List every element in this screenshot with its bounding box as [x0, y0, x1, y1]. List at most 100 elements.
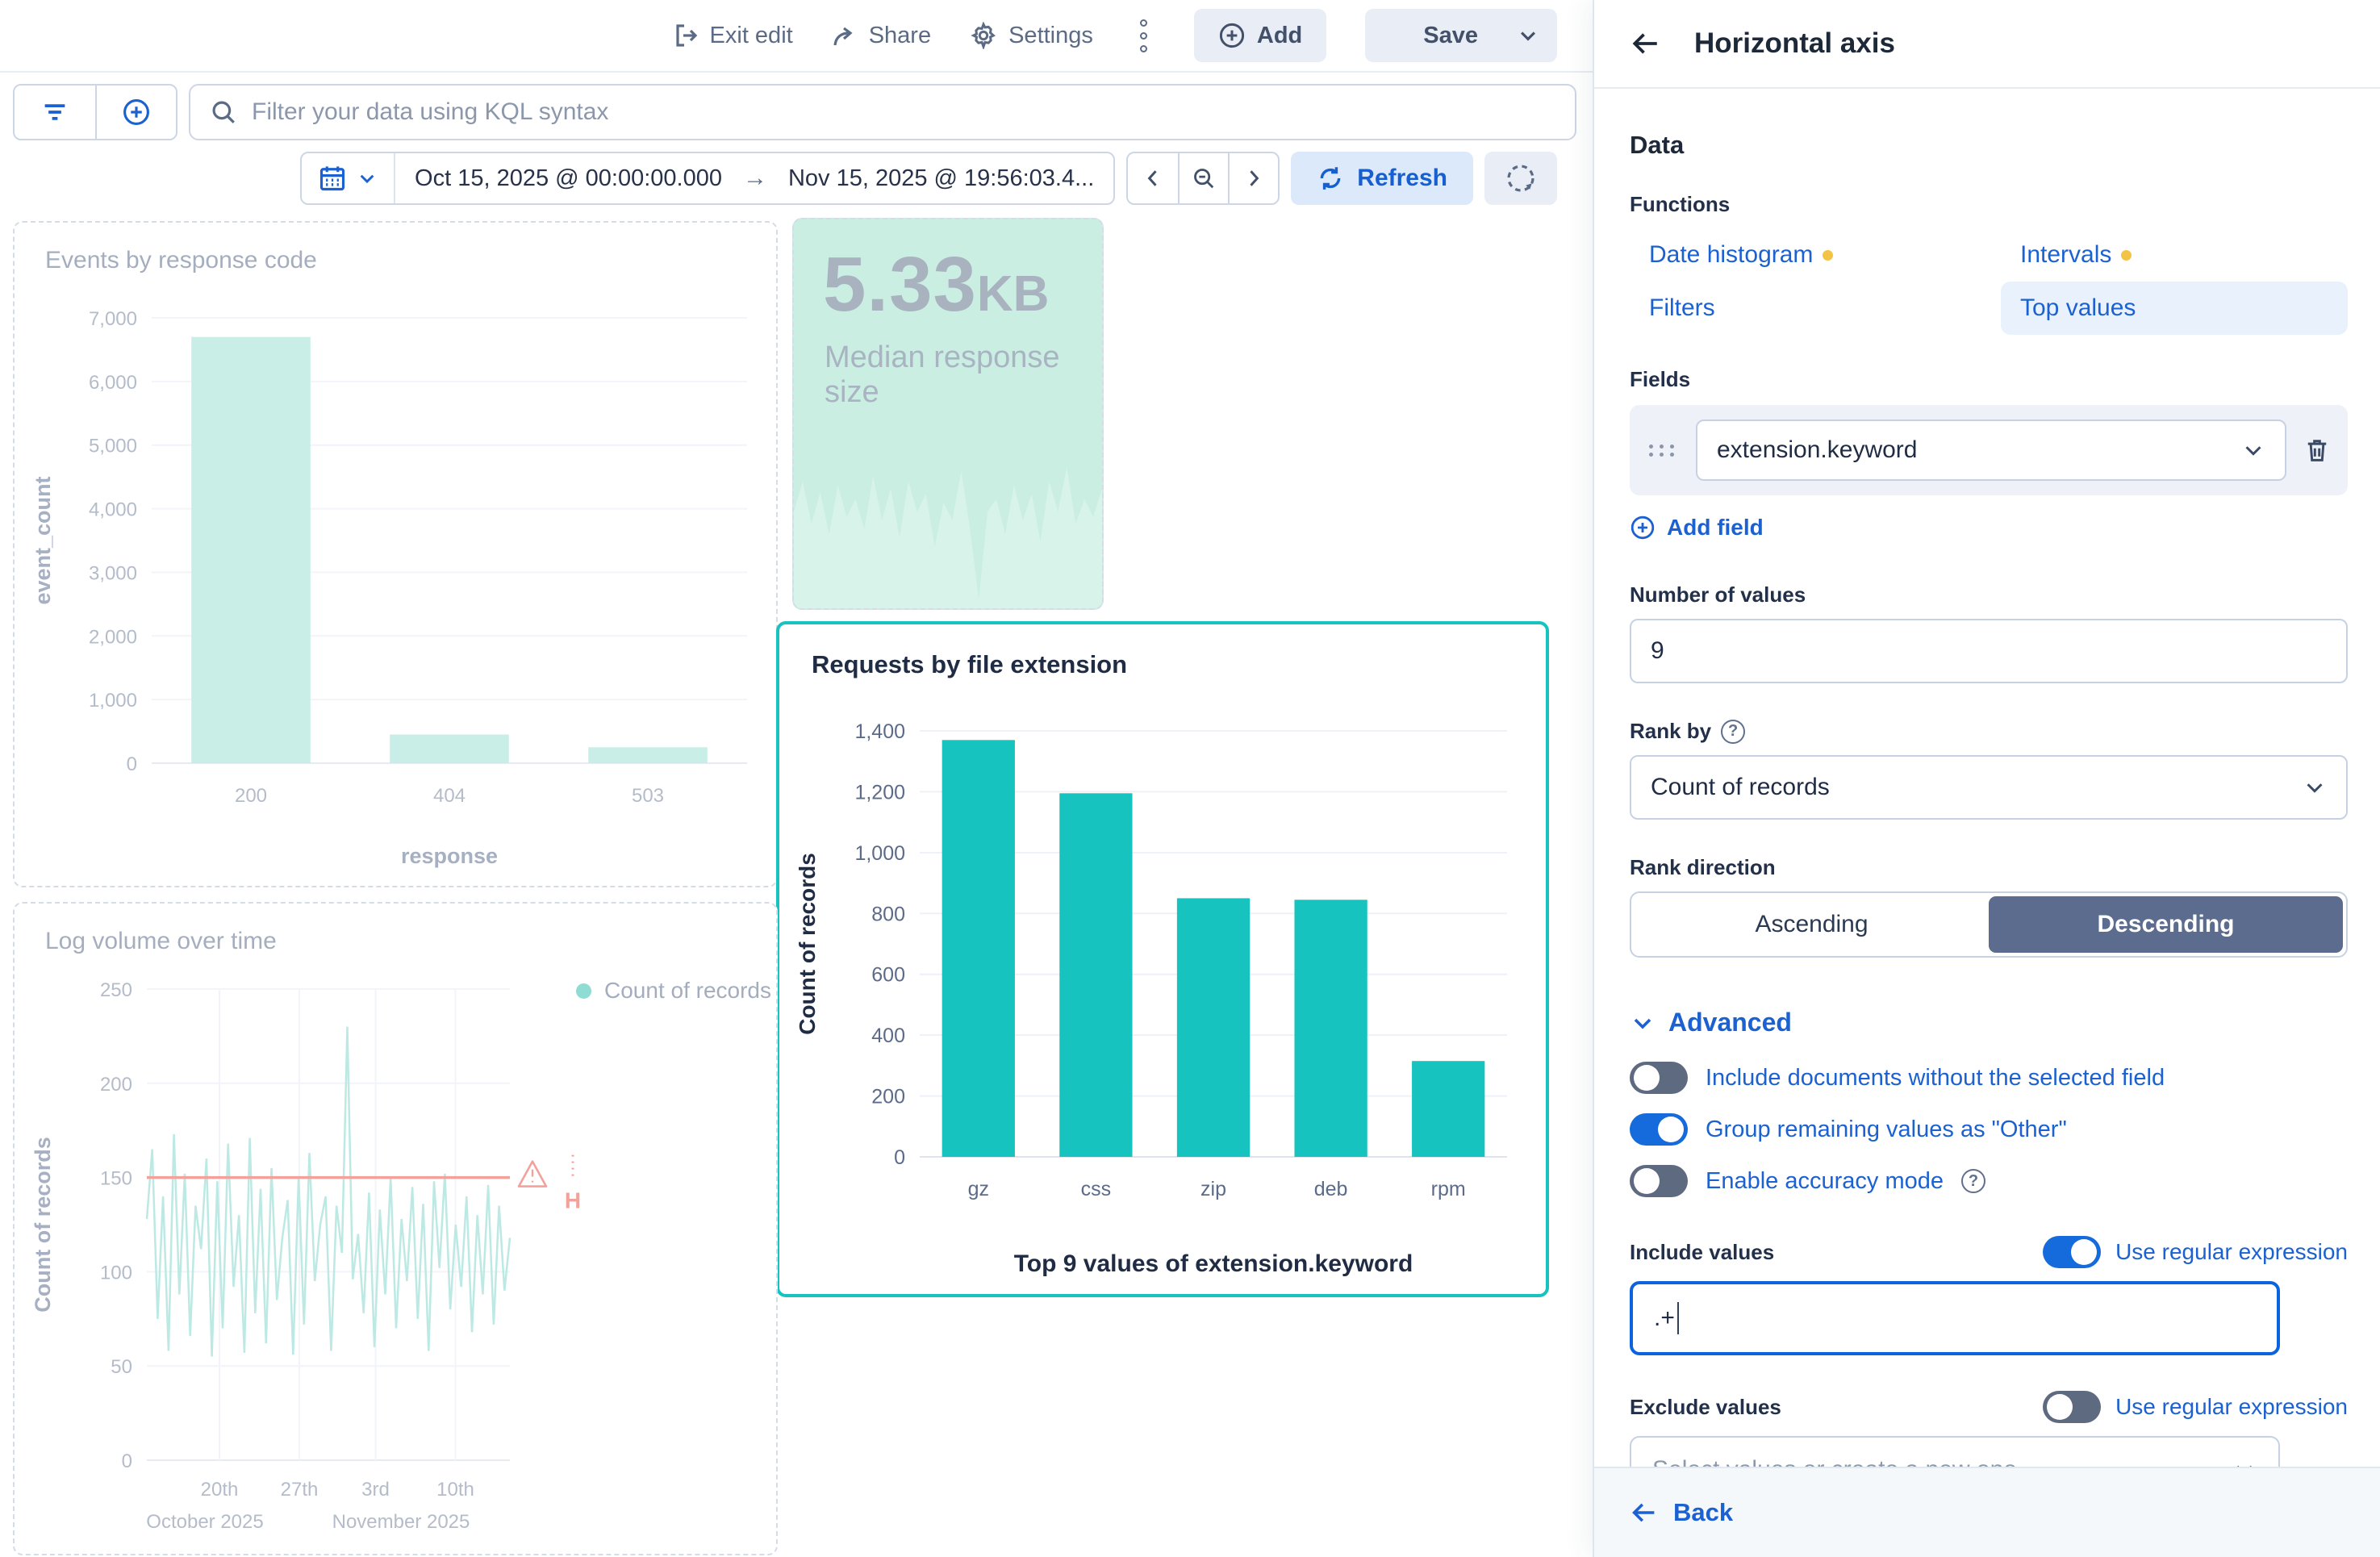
number-of-values-label: Number of values: [1630, 582, 2348, 607]
ascending-button[interactable]: Ascending: [1635, 896, 1989, 953]
function-top-values[interactable]: Top values: [2001, 282, 2348, 335]
events-bar-chart: 01,0002,0003,0004,0005,0006,0007,0002004…: [15, 223, 776, 886]
filter-buttons: [13, 84, 177, 140]
query-bar: [0, 73, 1593, 147]
back-arrow-icon: [1630, 1498, 1659, 1527]
panel-title: Events by response code: [45, 247, 317, 274]
auto-refresh-button[interactable]: [1484, 152, 1557, 205]
toggle-switch[interactable]: [1630, 1062, 1688, 1094]
exit-edit-button[interactable]: Exit edit: [673, 23, 793, 49]
time-forward-button[interactable]: [1228, 153, 1278, 203]
svg-text:600: 600: [871, 964, 905, 987]
panel-median-response-size[interactable]: 5.33KB Median response size: [792, 218, 1104, 610]
chart-legend[interactable]: Count of records: [576, 978, 771, 1004]
toggle-group-other: Group remaining values as "Other": [1630, 1113, 2348, 1146]
help-icon[interactable]: ?: [1961, 1169, 1985, 1193]
svg-text:10th: 10th: [436, 1479, 474, 1501]
end-date[interactable]: Nov 15, 2025 @ 19:56:03.4...: [769, 165, 1113, 192]
add-panel-button[interactable]: Add: [1194, 9, 1326, 62]
requests-bar-chart: 02004006008001,0001,2001,400gzcsszipdebr…: [779, 624, 1546, 1294]
svg-text:200: 200: [100, 1074, 132, 1096]
svg-text:css: css: [1081, 1178, 1112, 1200]
save-label: Save: [1423, 23, 1478, 49]
trash-icon[interactable]: [2303, 436, 2332, 465]
svg-text:800: 800: [871, 903, 905, 925]
add-field-button[interactable]: Add field: [1630, 515, 2348, 541]
panel-requests-by-file-extension[interactable]: 02004006008001,0001,2001,400gzcsszipdebr…: [776, 621, 1549, 1297]
help-icon[interactable]: ?: [1721, 720, 1745, 744]
svg-text:2,000: 2,000: [89, 626, 137, 648]
function-filters[interactable]: Filters: [1630, 282, 2001, 335]
calendar-menu-button[interactable]: [302, 153, 395, 203]
svg-text:6,000: 6,000: [89, 372, 137, 394]
back-button[interactable]: Back: [1630, 1498, 1733, 1527]
svg-text:1,000: 1,000: [89, 690, 137, 712]
add-filter-button[interactable]: [95, 86, 176, 139]
advanced-accordion[interactable]: Advanced: [1630, 1008, 2348, 1037]
rank-direction-group: Ascending Descending: [1630, 891, 2348, 958]
regex-toggle[interactable]: [2043, 1236, 2101, 1268]
toggle-include-documents: Include documents without the selected f…: [1630, 1062, 2348, 1094]
share-icon: [832, 23, 858, 48]
svg-text:response: response: [401, 844, 498, 868]
settings-button[interactable]: Settings: [970, 22, 1093, 49]
drag-handle[interactable]: [1646, 445, 1680, 457]
svg-text:rpm: rpm: [1431, 1178, 1466, 1200]
toggle-switch[interactable]: [1630, 1165, 1688, 1197]
svg-text:404: 404: [433, 785, 466, 807]
svg-text:October 2025: October 2025: [146, 1511, 263, 1533]
kql-input[interactable]: [252, 98, 1555, 126]
svg-text:200: 200: [871, 1086, 905, 1108]
start-date[interactable]: Oct 15, 2025 @ 00:00:00.000: [395, 165, 741, 192]
legend-dot-icon: [576, 983, 591, 999]
function-intervals[interactable]: Intervals: [2001, 228, 2348, 282]
plus-circle-icon: [1218, 22, 1246, 49]
new-badge-dot: [1823, 250, 1833, 261]
toggle-switch[interactable]: [1630, 1113, 1688, 1146]
time-picker-row: Oct 15, 2025 @ 00:00:00.000 → Nov 15, 20…: [0, 147, 1593, 215]
include-values-label: Include values: [1630, 1240, 1774, 1265]
back-arrow-icon[interactable]: [1630, 27, 1662, 60]
svg-text:5,000: 5,000: [89, 436, 137, 457]
save-options-button[interactable]: [1499, 9, 1557, 62]
chevron-left-icon: [1142, 167, 1164, 190]
svg-text:event_count: event_count: [31, 476, 55, 604]
include-regex-cluster: Use regular expression: [2043, 1236, 2348, 1268]
use-regex-label[interactable]: Use regular expression: [2115, 1394, 2348, 1420]
save-button[interactable]: Save: [1365, 23, 1499, 49]
metric-subtitle: Median response size: [825, 340, 1102, 410]
svg-text:Top 9 values of extension.keyw: Top 9 values of extension.keyword: [1014, 1250, 1413, 1277]
svg-text:200: 200: [235, 785, 267, 807]
svg-text:0: 0: [894, 1146, 905, 1169]
chevron-down-icon: [1517, 24, 1539, 47]
svg-text:150: 150: [100, 1168, 132, 1190]
panel-log-volume-over-time[interactable]: 05010015020025020th27th3rd10thOctober 20…: [13, 902, 778, 1555]
regex-toggle[interactable]: [2043, 1391, 2101, 1423]
number-of-values-input[interactable]: [1630, 619, 2348, 683]
svg-text:1,400: 1,400: [854, 720, 905, 743]
descending-button[interactable]: Descending: [1989, 896, 2343, 953]
panel-title: Log volume over time: [45, 928, 277, 955]
field-select[interactable]: extension.keyword: [1696, 420, 2286, 481]
rank-by-select[interactable]: Count of records: [1630, 755, 2348, 820]
kibana-lens-editor: Exit edit Share Settings Add Save: [0, 0, 2380, 1557]
time-back-button[interactable]: [1128, 153, 1178, 203]
use-regex-label[interactable]: Use regular expression: [2115, 1239, 2348, 1265]
save-split-button: Save: [1365, 9, 1557, 62]
chevron-right-icon: [1242, 167, 1265, 190]
time-zoom-out-button[interactable]: [1178, 153, 1228, 203]
metric-sparkline: [794, 432, 1102, 608]
filter-menu-button[interactable]: [15, 86, 95, 139]
svg-text:20th: 20th: [201, 1479, 239, 1501]
function-date-histogram[interactable]: Date histogram: [1630, 228, 2001, 282]
panel-events-by-response-code[interactable]: 01,0002,0003,0004,0005,0006,0007,0002004…: [13, 221, 778, 887]
settings-label: Settings: [1008, 23, 1093, 49]
include-values-input[interactable]: .+: [1630, 1281, 2280, 1355]
time-nav-buttons: [1126, 152, 1280, 205]
svg-text:deb: deb: [1314, 1178, 1348, 1200]
share-button[interactable]: Share: [832, 23, 931, 49]
top-toolbar: Exit edit Share Settings Add Save: [0, 0, 1593, 73]
exit-edit-label: Exit edit: [710, 23, 793, 49]
more-options-button[interactable]: [1132, 19, 1155, 52]
refresh-button[interactable]: Refresh: [1291, 152, 1473, 205]
